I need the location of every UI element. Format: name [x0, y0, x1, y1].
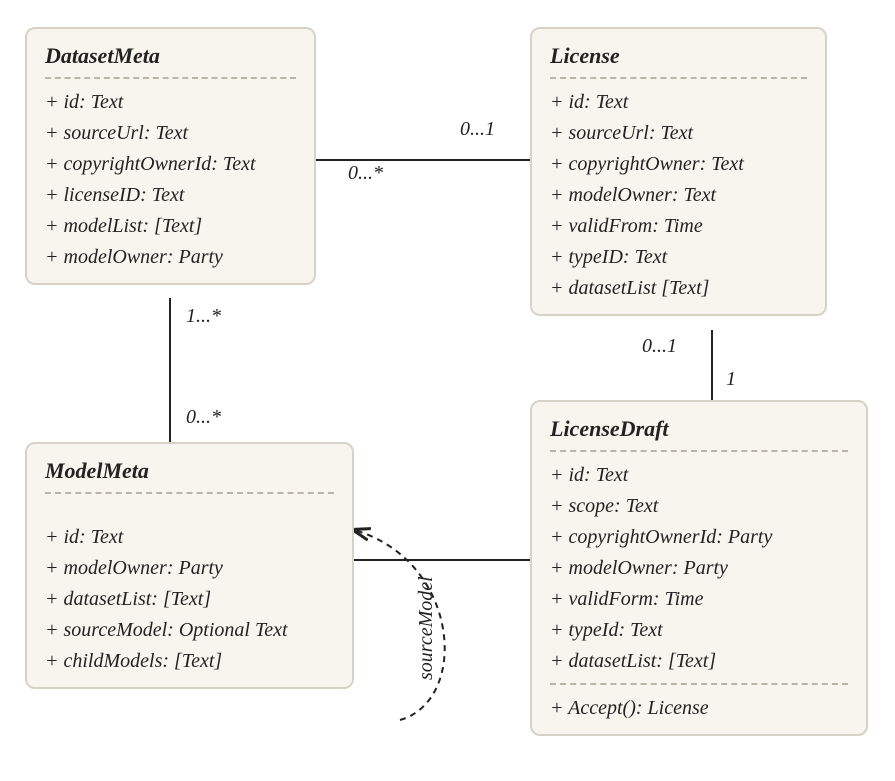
attribute-list: + id: Text + scope: Text + copyrightOwne… [550, 460, 848, 677]
attribute-list: + id: Text + sourceUrl: Text + copyright… [45, 87, 296, 273]
relationship-label-sourcemodel: sourceModel [415, 576, 438, 680]
attribute: + id: Text [550, 460, 848, 491]
attribute: + typeID: Text [550, 242, 807, 273]
attribute: + copyrightOwnerId: Party [550, 522, 848, 553]
operation: + Accept(): License [550, 693, 848, 724]
attribute: + scope: Text [550, 491, 848, 522]
attribute: + sourceUrl: Text [550, 118, 807, 149]
multiplicity: 0...* [348, 162, 383, 185]
attribute: + modelOwner: Party [45, 553, 334, 584]
attribute: + sourceModel: Optional Text [45, 615, 334, 646]
operation-list: + Accept(): License [550, 693, 848, 724]
separator [550, 450, 848, 452]
attribute: + id: Text [45, 522, 334, 553]
attribute: + modelOwner: Party [550, 553, 848, 584]
attribute: + childModels: [Text] [45, 646, 334, 677]
attribute: + datasetList [Text] [550, 273, 807, 304]
attribute: + datasetList: [Text] [45, 584, 334, 615]
attribute: + validFrom: Time [550, 211, 807, 242]
separator [550, 683, 848, 685]
attribute: + sourceUrl: Text [45, 118, 296, 149]
separator [45, 492, 334, 494]
multiplicity: 0...* [186, 406, 221, 429]
attribute: + modelList: [Text] [45, 211, 296, 242]
separator [550, 77, 807, 79]
attribute: + id: Text [45, 87, 296, 118]
multiplicity: 1 [726, 368, 736, 391]
multiplicity: 1...* [186, 305, 221, 328]
attribute: + datasetList: [Text] [550, 646, 848, 677]
attribute: + modelOwner: Text [550, 180, 807, 211]
class-title: ModelMeta [45, 458, 334, 484]
class-license: License + id: Text + sourceUrl: Text + c… [530, 27, 827, 316]
separator [45, 77, 296, 79]
attribute: + licenseID: Text [45, 180, 296, 211]
class-datasetmeta: DatasetMeta + id: Text + sourceUrl: Text… [25, 27, 316, 285]
attribute: + modelOwner: Party [45, 242, 296, 273]
attribute: + id: Text [550, 87, 807, 118]
class-title: License [550, 43, 807, 69]
class-licensedraft: LicenseDraft + id: Text + scope: Text + … [530, 400, 868, 736]
class-title: LicenseDraft [550, 416, 848, 442]
attribute: + typeId: Text [550, 615, 848, 646]
attribute: + copyrightOwner: Text [550, 149, 807, 180]
multiplicity: 0...1 [460, 118, 495, 141]
multiplicity: 0...1 [642, 335, 677, 358]
attribute-list: + id: Text + modelOwner: Party + dataset… [45, 522, 334, 677]
attribute: + validForm: Time [550, 584, 848, 615]
class-title: DatasetMeta [45, 43, 296, 69]
attribute: + copyrightOwnerId: Text [45, 149, 296, 180]
attribute-list: + id: Text + sourceUrl: Text + copyright… [550, 87, 807, 304]
class-modelmeta: ModelMeta + id: Text + modelOwner: Party… [25, 442, 354, 689]
